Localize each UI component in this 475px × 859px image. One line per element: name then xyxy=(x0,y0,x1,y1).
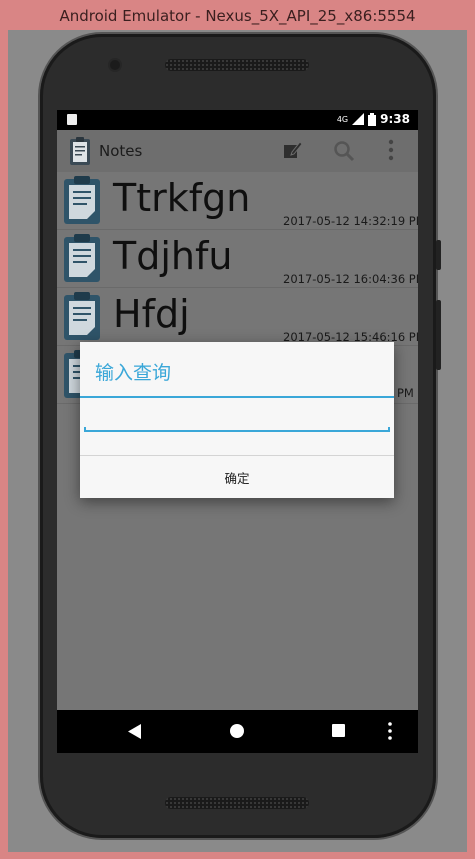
note-title: Ttrkfgn xyxy=(113,176,251,220)
overflow-menu-icon[interactable] xyxy=(388,139,394,165)
confirm-button[interactable]: 确定 xyxy=(80,456,394,498)
front-camera xyxy=(110,60,120,70)
note-clipboard-icon xyxy=(63,233,101,287)
navigation-bar xyxy=(57,710,418,753)
note-date: 2017-05-12 16:04:36 PM xyxy=(283,272,418,286)
volume-button[interactable] xyxy=(436,300,441,370)
note-clipboard-icon xyxy=(63,175,101,229)
app-bar: Notes xyxy=(57,130,418,172)
power-button[interactable] xyxy=(436,240,441,270)
battery-icon xyxy=(368,112,377,126)
edit-note-icon[interactable] xyxy=(283,140,303,164)
window-title: Android Emulator - Nexus_5X_API_25_x86:5… xyxy=(59,7,416,25)
search-dialog: 输入查询 确定 xyxy=(80,342,394,498)
sd-card-icon xyxy=(67,114,77,125)
input-underline-ticks xyxy=(80,426,394,432)
clipboard-icon xyxy=(69,136,91,170)
bottom-speaker xyxy=(165,797,309,809)
search-icon[interactable] xyxy=(333,140,355,166)
app-title: Notes xyxy=(99,142,143,160)
clock: 9:38 xyxy=(380,112,410,126)
recent-apps-icon[interactable] xyxy=(332,724,345,737)
network-type-label: 4G xyxy=(336,114,349,124)
note-title: Hfdj xyxy=(113,292,190,336)
list-item[interactable]: Tdjhfu 2017-05-12 16:04:36 PM xyxy=(57,230,418,288)
note-date: 2017-05-12 14:32:19 PM xyxy=(283,214,418,228)
back-icon[interactable] xyxy=(128,724,142,743)
list-item[interactable]: Ttrkfgn 2017-05-12 14:32:19 PM xyxy=(57,172,418,230)
dialog-title-divider xyxy=(80,396,394,398)
device-screen: 4G 9:38 Notes Ttrkfgn 2017-05-12 14:32:1… xyxy=(57,110,418,753)
top-speaker xyxy=(165,59,309,71)
list-item[interactable]: Hfdj 2017-05-12 15:46:16 PM xyxy=(57,288,418,346)
status-bar: 4G 9:38 xyxy=(57,110,418,130)
note-date: PM xyxy=(397,386,414,400)
signal-icon xyxy=(352,113,365,125)
note-title: Tdjhfu xyxy=(113,234,233,278)
note-clipboard-icon xyxy=(63,291,101,345)
home-icon[interactable] xyxy=(230,724,244,738)
dialog-title: 输入查询 xyxy=(95,362,172,384)
more-vert-icon[interactable] xyxy=(388,722,392,744)
